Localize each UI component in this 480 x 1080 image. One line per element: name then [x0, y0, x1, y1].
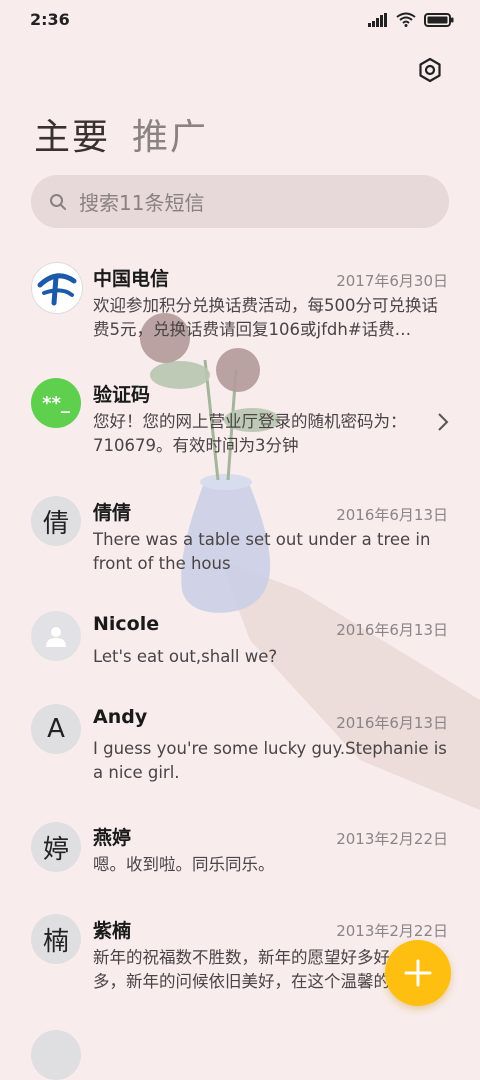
- tab-promotions[interactable]: 推广: [132, 108, 208, 160]
- signal-icon: [368, 12, 387, 27]
- conversation-date: 2016年6月13日: [336, 506, 448, 524]
- person-icon: [46, 627, 66, 647]
- conversation-preview: 嗯。收到啦。同乐同乐。: [93, 855, 275, 874]
- conversation-date: 2016年6月13日: [336, 621, 448, 639]
- conversation-item[interactable]: A Andy 2016年6月13日 I guess you're some lu…: [0, 704, 480, 814]
- conversation-name: 中国电信: [93, 268, 170, 290]
- conversation-item[interactable]: 中国电信 2017年6月30日 欢迎参加积分兑换话费活动，每500分可兑换话费5…: [0, 248, 480, 358]
- conversation-preview: 新年的祝福数不胜数，新年的愿望好多好多，新年的问候依旧美好，在这个温馨的时刻: [93, 948, 390, 991]
- conversation-name: Andy: [93, 706, 148, 728]
- new-message-button[interactable]: [385, 940, 451, 1006]
- contact-avatar: 婷: [31, 822, 81, 872]
- conversation-item[interactable]: [0, 1030, 480, 1080]
- search-icon: [50, 193, 66, 210]
- conversation-preview: There was a table set out under a tree i…: [93, 530, 431, 573]
- conversation-item[interactable]: Nicole 2016年6月13日 Let's eat out,shall we…: [0, 611, 480, 701]
- conversation-preview: I guess you're some lucky guy.Stephanie …: [93, 739, 447, 782]
- conversation-preview: 您好！您的网上营业厅登录的随机密码为：710679。有效时间为3分钟: [93, 412, 407, 455]
- conversation-name: 验证码: [93, 384, 151, 406]
- status-bar: 2:36: [0, 0, 480, 42]
- settings-button[interactable]: [416, 56, 444, 84]
- status-time: 2:36: [30, 10, 70, 29]
- tab-primary[interactable]: 主要: [34, 108, 110, 160]
- battery-icon: [424, 12, 454, 27]
- conversation-name: Nicole: [93, 613, 160, 635]
- contact-avatar: 楠: [31, 914, 81, 964]
- conversation-name: 倩倩: [93, 502, 132, 524]
- conversation-name: 燕婷: [93, 827, 132, 849]
- wifi-icon: [396, 12, 416, 27]
- search-placeholder: 搜索11条短信: [79, 191, 205, 215]
- contact-avatar: [31, 611, 81, 661]
- china-telecom-logo: [31, 262, 83, 314]
- conversation-name: 紫楠: [93, 920, 132, 942]
- contact-avatar: [31, 1030, 81, 1080]
- plus-icon: [404, 959, 432, 987]
- gear-icon: [419, 57, 441, 83]
- conversation-date: 2017年6月30日: [336, 272, 448, 290]
- verification-avatar: **_: [31, 378, 81, 428]
- conversation-date: 2013年2月22日: [336, 830, 448, 848]
- conversation-item[interactable]: 婷 燕婷 2013年2月22日 嗯。收到啦。同乐同乐。: [0, 820, 480, 910]
- conversation-item[interactable]: **_ 验证码 您好！您的网上营业厅登录的随机密码为：710679。有效时间为3…: [0, 372, 480, 482]
- conversation-date: 2016年6月13日: [336, 714, 448, 732]
- search-input[interactable]: 搜索11条短信: [31, 175, 449, 228]
- contact-avatar: A: [31, 704, 81, 754]
- contact-avatar: 倩: [31, 496, 81, 546]
- conversation-preview: 欢迎参加积分兑换话费活动，每500分可兑换话费5元，兑换话费请回复106或jfd…: [93, 296, 438, 339]
- conversation-preview: Let's eat out,shall we?: [93, 647, 278, 666]
- conversation-item[interactable]: 倩 倩倩 2016年6月13日 There was a table set ou…: [0, 496, 480, 606]
- tab-bar: 主要 推广: [34, 108, 208, 160]
- chevron-right-icon[interactable]: [436, 412, 450, 432]
- conversation-date: 2013年2月22日: [336, 922, 448, 940]
